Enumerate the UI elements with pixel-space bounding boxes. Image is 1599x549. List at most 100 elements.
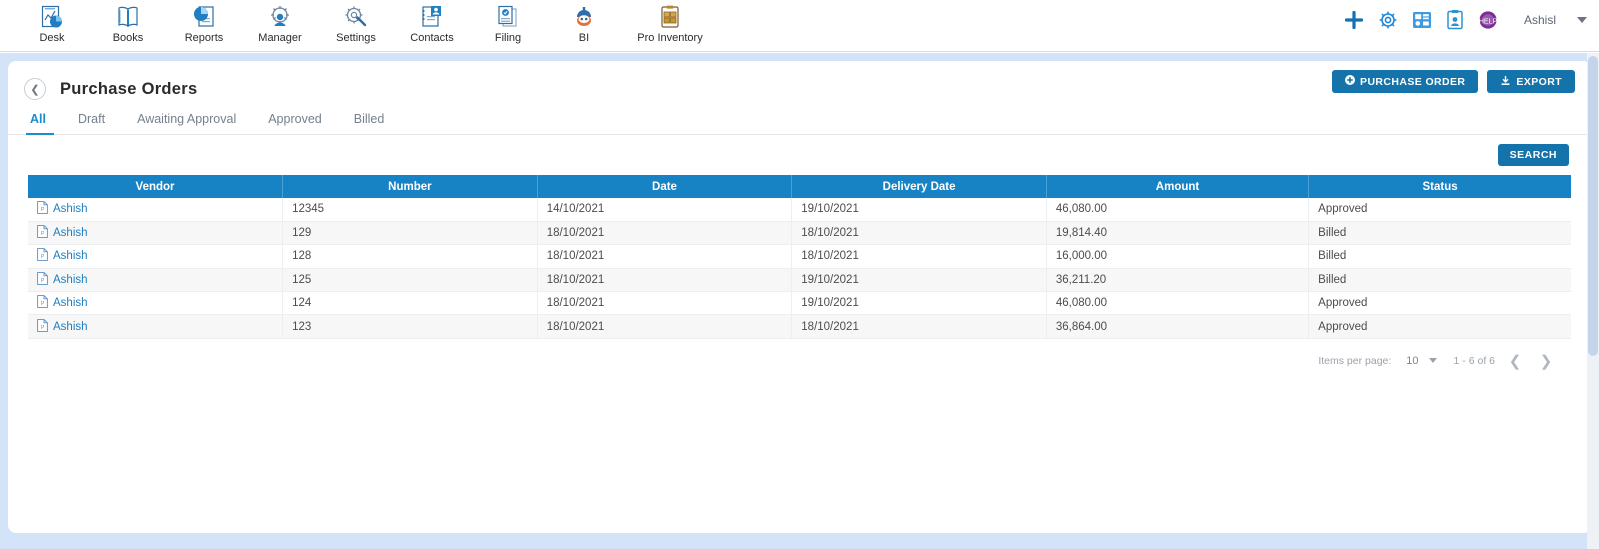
- export-button[interactable]: EXPORT: [1487, 70, 1575, 93]
- cell-vendor: P Ashish: [28, 221, 284, 246]
- export-button-label: EXPORT: [1516, 75, 1562, 88]
- vendor-link[interactable]: Ashish: [53, 227, 88, 239]
- cell-status: Approved: [1308, 198, 1571, 222]
- app-item-books[interactable]: Books: [90, 0, 166, 44]
- cell-vendor: P Ashish: [28, 268, 284, 293]
- gear-icon[interactable]: [1378, 10, 1398, 30]
- app-item-label: BI: [578, 32, 590, 44]
- app-toolbar-right: HELP Ashisl: [1344, 10, 1587, 30]
- cell-vendor: P Ashish: [28, 198, 284, 222]
- search-button[interactable]: SEARCH: [1497, 144, 1569, 166]
- page-title: Purchase Orders: [60, 79, 198, 98]
- tab-billed[interactable]: Billed: [338, 112, 401, 134]
- cell-delivery-date: 18/10/2021: [791, 314, 1047, 339]
- column-header-number[interactable]: Number: [282, 175, 538, 198]
- cell-number: 125: [282, 268, 538, 293]
- cell-vendor: P Ashish: [28, 244, 284, 269]
- purchase-order-button[interactable]: PURCHASE ORDER: [1332, 70, 1479, 93]
- app-nav: Desk Books Reports Manager Settings Cont…: [14, 0, 718, 44]
- page-card: ❮ Purchase Orders PURCHASE ORDER EXPORT …: [8, 61, 1591, 533]
- page-header: ❮ Purchase Orders PURCHASE ORDER EXPORT: [8, 61, 1591, 105]
- app-item-filing[interactable]: Filing: [470, 0, 546, 44]
- cell-number: 129: [282, 221, 538, 246]
- table-row[interactable]: P Ashish 124 18/10/2021 19/10/2021 46,08…: [28, 291, 1571, 316]
- chevron-down-icon[interactable]: [1577, 17, 1587, 23]
- previous-page-button[interactable]: ❮: [1504, 350, 1526, 372]
- table-body: P Ashish 12345 14/10/2021 19/10/2021 46,…: [28, 198, 1571, 339]
- tab-approved[interactable]: Approved: [252, 112, 338, 134]
- table-row[interactable]: P Ashish 125 18/10/2021 19/10/2021 36,21…: [28, 268, 1571, 293]
- cell-amount: 36,864.00: [1046, 314, 1310, 339]
- column-header-vendor[interactable]: Vendor: [28, 175, 284, 198]
- app-toolbar: Desk Books Reports Manager Settings Cont…: [0, 0, 1599, 52]
- cell-delivery-date: 18/10/2021: [791, 221, 1047, 246]
- tab-all[interactable]: All: [24, 112, 62, 135]
- cell-status: Billed: [1308, 221, 1571, 246]
- header-actions: PURCHASE ORDER EXPORT: [1332, 70, 1575, 93]
- vertical-scrollbar-thumb[interactable]: [1588, 56, 1598, 356]
- app-item-manager[interactable]: Manager: [242, 0, 318, 44]
- app-item-settings[interactable]: Settings: [318, 0, 394, 44]
- vendor-link[interactable]: Ashish: [53, 203, 88, 215]
- column-header-delivery-date[interactable]: Delivery Date: [791, 175, 1047, 198]
- dashboard-grid-icon[interactable]: [1412, 11, 1432, 29]
- app-item-bi[interactable]: BI: [546, 0, 622, 44]
- app-item-label: Reports: [184, 32, 224, 44]
- app-item-desk[interactable]: Desk: [14, 0, 90, 44]
- cell-status: Billed: [1308, 268, 1571, 293]
- cell-status: Billed: [1308, 244, 1571, 269]
- notes-icon[interactable]: [1446, 10, 1464, 30]
- vendor-link[interactable]: Ashish: [53, 250, 88, 262]
- app-item-reports[interactable]: Reports: [166, 0, 242, 44]
- app-item-pro-inventory[interactable]: Pro Inventory: [622, 0, 718, 44]
- table-head: Vendor Number Date Delivery Date Amount …: [28, 175, 1571, 198]
- app-item-label: Settings: [336, 32, 376, 44]
- cell-number: 12345: [282, 198, 538, 222]
- username-label[interactable]: Ashisl: [1524, 13, 1556, 27]
- next-page-button[interactable]: ❯: [1535, 350, 1557, 372]
- table-row[interactable]: P Ashish 12345 14/10/2021 19/10/2021 46,…: [28, 198, 1571, 222]
- cell-date: 14/10/2021: [537, 198, 793, 222]
- cell-delivery-date: 19/10/2021: [791, 268, 1047, 293]
- gear-person-icon: [267, 3, 293, 31]
- cell-vendor: P Ashish: [28, 291, 284, 316]
- app-item-label: Filing: [494, 32, 522, 44]
- cell-delivery-date: 18/10/2021: [791, 244, 1047, 269]
- cell-number: 124: [282, 291, 538, 316]
- search-row: SEARCH: [8, 135, 1591, 175]
- items-per-page-value: 10: [1406, 354, 1419, 367]
- cell-number: 128: [282, 244, 538, 269]
- cell-date: 18/10/2021: [537, 291, 793, 316]
- purchase-order-button-label: PURCHASE ORDER: [1360, 75, 1466, 88]
- svg-text:HELP: HELP: [1479, 18, 1498, 25]
- chevron-left-icon[interactable]: ❮: [24, 78, 46, 100]
- open-book-icon: [115, 3, 141, 31]
- column-header-status[interactable]: Status: [1308, 175, 1571, 198]
- cell-delivery-date: 19/10/2021: [791, 198, 1047, 222]
- vendor-link[interactable]: Ashish: [53, 297, 88, 309]
- app-item-contacts[interactable]: Contacts: [394, 0, 470, 44]
- app-item-label: Desk: [39, 32, 65, 44]
- items-per-page-select[interactable]: 10: [1400, 353, 1438, 369]
- vendor-link[interactable]: Ashish: [53, 274, 88, 286]
- column-header-amount[interactable]: Amount: [1046, 175, 1310, 198]
- vendor-link[interactable]: Ashish: [53, 321, 88, 333]
- cell-date: 18/10/2021: [537, 244, 793, 269]
- cell-amount: 46,080.00: [1046, 291, 1310, 316]
- table-row[interactable]: P Ashish 129 18/10/2021 18/10/2021 19,81…: [28, 221, 1571, 246]
- chevron-down-icon: [1428, 358, 1437, 364]
- cell-status: Approved: [1308, 314, 1571, 339]
- tab-draft[interactable]: Draft: [62, 112, 121, 134]
- table-row[interactable]: P Ashish 128 18/10/2021 18/10/2021 16,00…: [28, 244, 1571, 269]
- help-circle-icon[interactable]: HELP: [1478, 10, 1498, 30]
- column-header-date[interactable]: Date: [537, 175, 793, 198]
- document-icon: P: [37, 201, 48, 217]
- tab-bar: All Draft Awaiting Approval Approved Bil…: [8, 105, 1591, 135]
- cell-amount: 46,080.00: [1046, 198, 1310, 222]
- document-icon: P: [37, 295, 48, 311]
- add-plus-icon[interactable]: [1344, 10, 1364, 30]
- pagination-range-label: 1 - 6 of 6: [1453, 354, 1495, 367]
- table-row[interactable]: P Ashish 123 18/10/2021 18/10/2021 36,86…: [28, 314, 1571, 339]
- document-icon: P: [37, 248, 48, 264]
- tab-awaiting-approval[interactable]: Awaiting Approval: [121, 112, 252, 134]
